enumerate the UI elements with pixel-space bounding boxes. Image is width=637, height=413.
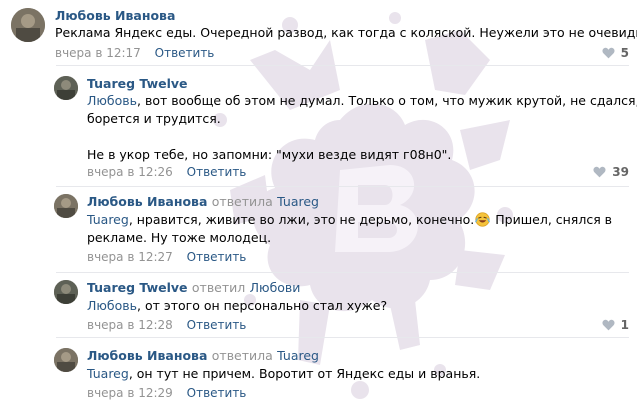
reply-verb: ответил: [191, 280, 246, 295]
mention-link[interactable]: Tuareg: [87, 212, 129, 227]
like-button[interactable]: 5: [602, 46, 629, 60]
divider: [56, 186, 629, 187]
avatar[interactable]: [11, 8, 45, 42]
like-count: 39: [612, 165, 629, 179]
comment-time[interactable]: вчера в 12:29: [87, 386, 173, 400]
reply-link[interactable]: Ответить: [155, 46, 215, 60]
reply-target[interactable]: Любови: [250, 280, 301, 295]
avatar[interactable]: [54, 348, 78, 372]
comment-author[interactable]: Tuareg Twelve: [87, 76, 188, 91]
comment-meta: вчера в 12:28 Ответить: [87, 318, 246, 332]
avatar[interactable]: [54, 76, 78, 100]
comment-time[interactable]: вчера в 12:26: [87, 165, 173, 179]
comment-2: Tuareg Twelve Любовь, вот вообще об этом…: [54, 76, 637, 186]
avatar[interactable]: [54, 280, 78, 304]
comment-1: Любовь Иванова Реклама Яндекс еды. Очере…: [11, 8, 637, 63]
like-button[interactable]: 1: [602, 318, 629, 332]
reply-verb: ответила: [211, 194, 273, 209]
like-count: 1: [620, 318, 629, 332]
mention-link[interactable]: Любовь: [87, 298, 137, 313]
comment-author[interactable]: Любовь Иванова: [55, 8, 175, 23]
comment-text: Любовь, вот вообще об этом не думал. Тол…: [87, 93, 637, 162]
comment-3: Любовь Иванова ответила Tuareg Tuareg, н…: [54, 194, 637, 274]
comment-time[interactable]: вчера в 12:27: [87, 250, 173, 264]
divider: [56, 272, 629, 273]
divider: [56, 65, 629, 66]
avatar[interactable]: [54, 194, 78, 218]
comment-text: Tuareg, он тут не причем. Воротит от Янд…: [87, 366, 481, 381]
comment-meta: вчера в 12:29 Ответить: [87, 386, 246, 400]
comment-time[interactable]: вчера в 12:17: [55, 46, 141, 60]
reply-link[interactable]: Ответить: [187, 250, 247, 264]
mention-link[interactable]: Tuareg: [87, 366, 129, 381]
comment-author[interactable]: Любовь Иванова ответила Tuareg: [87, 194, 319, 209]
reply-link[interactable]: Ответить: [187, 165, 247, 179]
reply-target[interactable]: Tuareg: [277, 348, 319, 363]
comment-text: Tuareg, нравится, живите во лжи, это не …: [87, 212, 613, 245]
reply-link[interactable]: Ответить: [187, 318, 247, 332]
heart-icon: [602, 319, 615, 331]
like-count: 5: [620, 46, 629, 60]
laughing-emoji-icon: [475, 212, 491, 227]
comment-meta: вчера в 12:27 Ответить: [87, 250, 246, 264]
reply-link[interactable]: Ответить: [187, 386, 247, 400]
comment-meta: вчера в 12:26 Ответить: [87, 165, 246, 179]
comment-author[interactable]: Любовь Иванова ответила Tuareg: [87, 348, 319, 363]
comment-text: Реклама Яндекс еды. Очередной развод, ка…: [55, 25, 637, 40]
heart-icon: [593, 166, 606, 178]
comment-5: Любовь Иванова ответила Tuareg Tuareg, о…: [54, 348, 637, 408]
comment-4: Tuareg Twelve ответил Любови Любовь, от …: [54, 280, 637, 340]
mention-link[interactable]: Любовь: [87, 93, 137, 108]
reply-verb: ответила: [211, 348, 273, 363]
comment-author[interactable]: Tuareg Twelve ответил Любови: [87, 280, 300, 295]
comment-meta: вчера в 12:17 Ответить: [55, 46, 214, 60]
like-button[interactable]: 39: [593, 165, 629, 179]
comment-time[interactable]: вчера в 12:28: [87, 318, 173, 332]
reply-target[interactable]: Tuareg: [277, 194, 319, 209]
heart-icon: [602, 47, 615, 59]
comment-text: Любовь, от этого он персонально стал хуж…: [87, 298, 388, 313]
divider: [56, 337, 629, 338]
